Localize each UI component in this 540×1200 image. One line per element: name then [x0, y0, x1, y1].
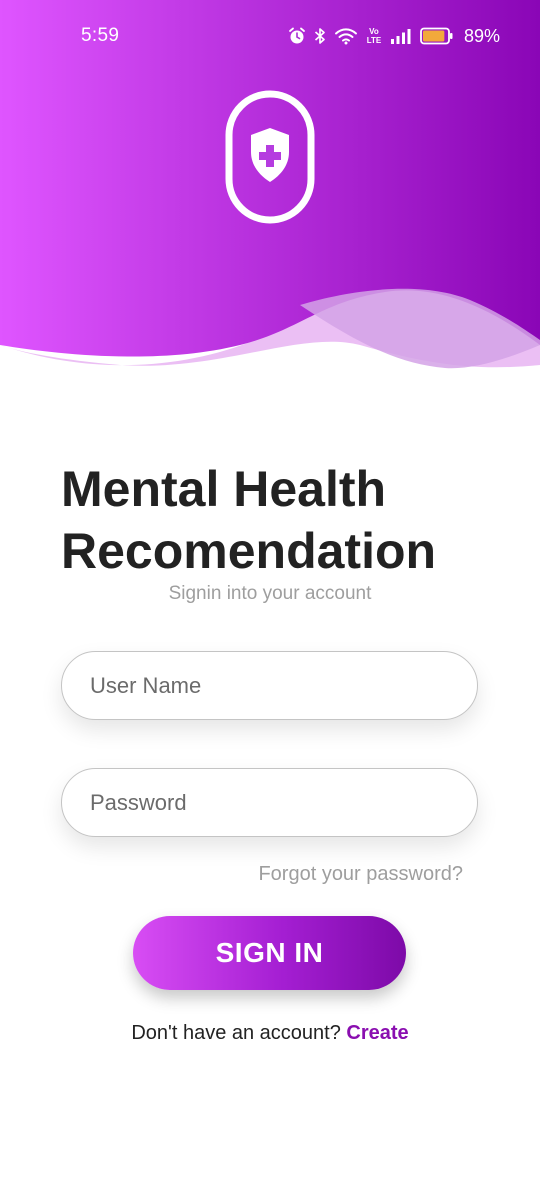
signal-icon	[390, 28, 412, 44]
create-account-row: Don't have an account? Create	[0, 1021, 540, 1045]
bluetooth-icon	[314, 27, 326, 45]
status-bar: 5:59 Vo LTE 89%	[0, 0, 540, 54]
sign-in-button[interactable]: SIGN IN	[133, 916, 406, 990]
battery-percent: 89%	[463, 26, 500, 46]
volte-icon: Vo LTE	[366, 26, 382, 46]
shield-cross-icon	[225, 90, 315, 224]
page-title: Mental Health Recomendation	[61, 461, 437, 579]
login-screen: 5:59 Vo LTE 89% Mental Health Recomendat…	[0, 0, 540, 1200]
page-subtitle: Signin into your account	[168, 583, 372, 604]
create-account-link[interactable]: Create	[346, 1022, 408, 1044]
battery-icon	[420, 27, 454, 45]
status-icons: Vo LTE 89%	[288, 24, 500, 48]
no-account-text: Don't have an account?	[131, 1022, 347, 1044]
username-input[interactable]	[61, 651, 478, 720]
wifi-icon	[334, 27, 358, 45]
alarm-icon	[288, 27, 306, 45]
app-logo	[225, 90, 315, 224]
status-time: 5:59	[81, 25, 120, 46]
forgot-password-link[interactable]: Forgot your password?	[258, 862, 463, 886]
svg-text:LTE: LTE	[367, 36, 382, 45]
password-input[interactable]	[61, 768, 478, 837]
svg-text:Vo: Vo	[369, 27, 379, 36]
